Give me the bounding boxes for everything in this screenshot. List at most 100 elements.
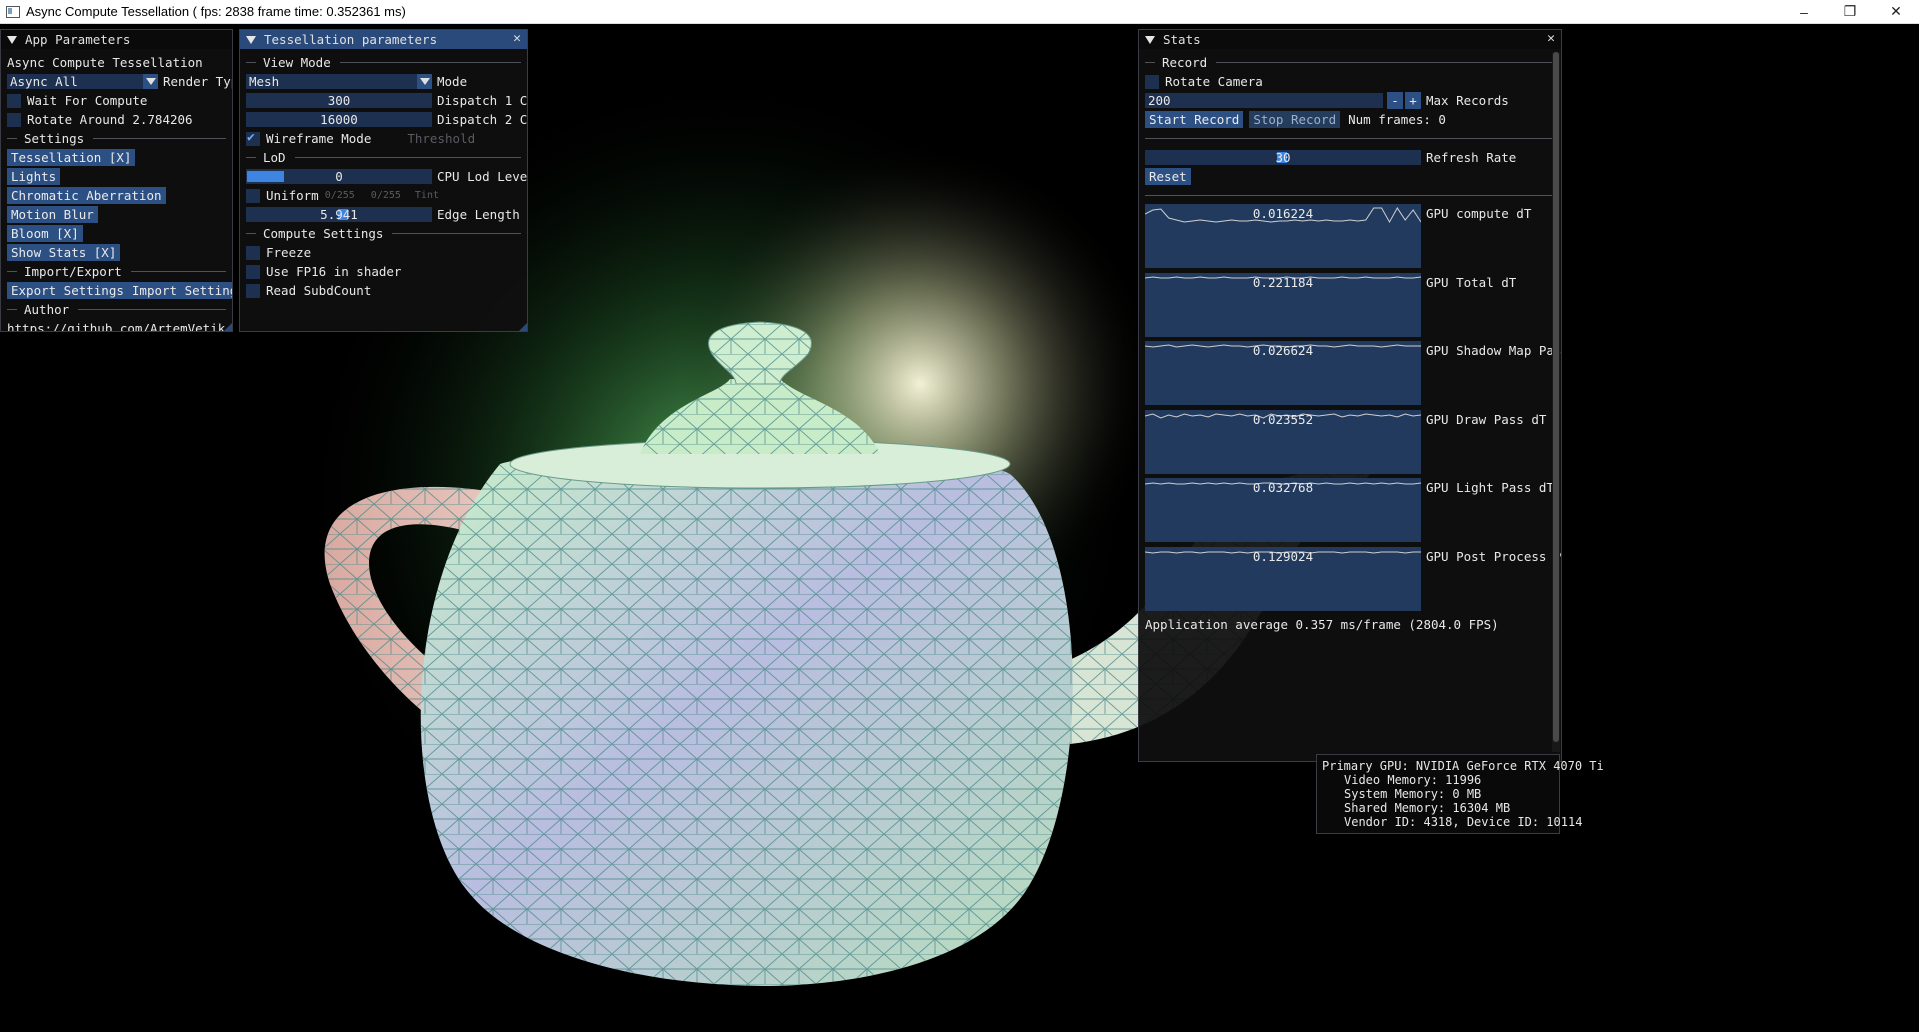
lod-separator: LoD [246,148,521,167]
mode-label: Mode [437,74,468,89]
cpu-lod-label: CPU Lod Level [437,169,528,184]
plot-label: GPU Shadow Map Pass dT [1426,343,1561,358]
restore-icon[interactable]: ❐ [1827,0,1873,23]
timing-plot[interactable]: 0.023552 [1145,409,1421,474]
wireframe-mode-label: Wireframe Mode [266,131,372,146]
freeze-checkbox[interactable] [246,245,260,260]
motion-blur-button[interactable]: Motion Blur [7,206,98,223]
import-settings-button[interactable]: Import Settings [127,282,232,299]
show-stats-button[interactable]: Show Stats [X] [7,244,121,261]
app-icon [6,5,20,18]
tessellation-button[interactable]: Tessellation [X] [7,149,136,166]
tessellation-parameters-header[interactable]: Tessellation parameters ✕ [240,30,527,49]
close-icon[interactable]: ✕ [1873,0,1919,23]
uniform-checkbox[interactable] [246,188,260,203]
plots-list: 0.016224 GPU compute dT 0.221184 GPU Total … [1145,204,1561,611]
scrollbar-thumb[interactable] [1553,52,1559,742]
panel-title: Tessellation parameters [264,32,438,47]
export-settings-button[interactable]: Export Settings [7,282,128,299]
resize-grip-icon[interactable] [224,323,232,331]
close-icon[interactable]: ✕ [1547,31,1555,46]
gpu-system-memory: System Memory: 0 MB [1344,787,1482,801]
max-records-label: Max Records [1426,93,1509,108]
render-type-value: Async All [10,74,78,89]
edge-length-label: Edge Length (2^x [437,207,527,222]
plot-row: 0.221184 GPU Total dT [1145,272,1555,337]
dispatch2-label: Dispatch 2 Count [437,112,528,127]
bloom-button[interactable]: Bloom [X] [7,225,83,242]
cpu-lod-slider[interactable]: 0 [246,169,432,184]
plot-row: 0.023552 GPU Draw Pass dT [1145,409,1555,474]
collapse-triangle-icon[interactable] [7,35,17,44]
stats-header[interactable]: Stats ✕ [1139,30,1561,49]
threshold-label: Threshold [407,131,476,146]
app-parameters-panel: App Parameters Async Compute Tessellatio… [0,29,233,332]
cpu-lod-slider-grab[interactable] [247,171,284,182]
timing-plot[interactable]: 0.016224 [1145,204,1421,268]
dispatch2-input[interactable]: 16000 [246,112,432,127]
plot-value: 0.026624 [1252,343,1314,358]
collapse-triangle-icon[interactable] [1145,35,1155,44]
timing-plot[interactable]: 0.032768 [1145,478,1421,542]
uniform-label: Uniform [266,188,319,203]
decrement-button[interactable]: - [1387,92,1403,109]
close-icon[interactable]: ✕ [513,31,521,46]
gpu-video-memory: Video Memory: 11996 [1344,773,1482,787]
collapse-triangle-icon[interactable] [246,35,256,44]
mode-combo[interactable]: Mesh [246,74,432,89]
plot-label: GPU Post Process Pass d [1426,548,1561,564]
fp16-checkbox[interactable] [246,264,260,279]
rotate-camera-checkbox[interactable] [1145,74,1159,89]
chevron-down-icon[interactable] [143,74,158,89]
timing-plot[interactable]: 0.129024 [1145,546,1421,611]
timing-plot[interactable]: 0.221184 [1145,272,1421,337]
read-subdcount-label: Read SubdCount [266,283,372,298]
start-record-button[interactable]: Start Record [1145,111,1244,128]
stop-record-button[interactable]: Stop Record [1249,111,1341,128]
author-url[interactable]: https://github.com/ArtemVetik [7,319,226,331]
wireframe-mode-checkbox[interactable] [246,130,260,146]
timing-plot[interactable]: 0.026624 [1145,341,1421,405]
gpu-info-overlay: Primary GPU: NVIDIA GeForce RTX 4070 Ti V… [1316,754,1604,834]
scrollbar[interactable] [1552,52,1560,752]
plot-value: 0.032768 [1252,480,1314,495]
divider [1145,138,1555,139]
wait-for-compute-label: Wait For Compute [27,93,148,108]
read-subdcount-checkbox[interactable] [246,283,260,298]
plot-value: 0.221184 [1252,274,1314,290]
record-separator: Record [1145,53,1555,72]
reset-button[interactable]: Reset [1145,168,1191,185]
divider [1145,195,1555,196]
dispatch1-label: Dispatch 1 Count [437,93,528,108]
tessellation-parameters-panel: Tessellation parameters ✕ View Mode Mesh… [239,29,528,332]
window-titlebar: Async Compute Tessellation ( fps: 2838 f… [0,0,1919,24]
max-records-input[interactable]: 200 [1145,93,1383,108]
chevron-down-icon[interactable] [417,74,432,89]
author-separator: Author [7,300,226,319]
view-mode-separator: View Mode [246,53,521,72]
resize-grip-icon[interactable] [519,323,527,331]
freeze-label: Freeze [266,245,312,260]
edge-length-slider[interactable]: 5.941 [246,207,432,222]
chromatic-aberration-button[interactable]: Chromatic Aberration [7,187,166,204]
plot-row: 0.032768 GPU Light Pass dT [1145,478,1555,542]
wait-for-compute-checkbox[interactable] [7,93,21,108]
plot-label: GPU Draw Pass dT [1426,411,1547,427]
increment-button[interactable]: + [1405,92,1421,109]
plot-row: 0.129024 GPU Post Process Pass d [1145,546,1561,611]
uniform-faded-b: 0/255 [370,190,401,201]
lights-button[interactable]: Lights [7,168,61,185]
render-type-combo[interactable]: Async All [7,74,158,89]
application-average-text: Application average 0.357 ms/frame (2804… [1145,617,1499,632]
app-parameters-header[interactable]: App Parameters [1,30,232,49]
panel-title: Stats [1163,32,1201,47]
render-type-label: Render Type [163,74,232,89]
rotate-around-checkbox[interactable] [7,112,21,127]
minimize-icon[interactable]: – [1781,0,1827,23]
gpu-vendor: Vendor ID: 4318, Device ID: 10114 [1344,815,1583,829]
uniform-faded-c: Tint [414,190,439,201]
plot-label: GPU Total dT [1426,274,1517,290]
panel-title: App Parameters [25,32,131,47]
dispatch1-input[interactable]: 300 [246,93,432,108]
refresh-rate-slider[interactable]: 30 [1145,150,1421,165]
